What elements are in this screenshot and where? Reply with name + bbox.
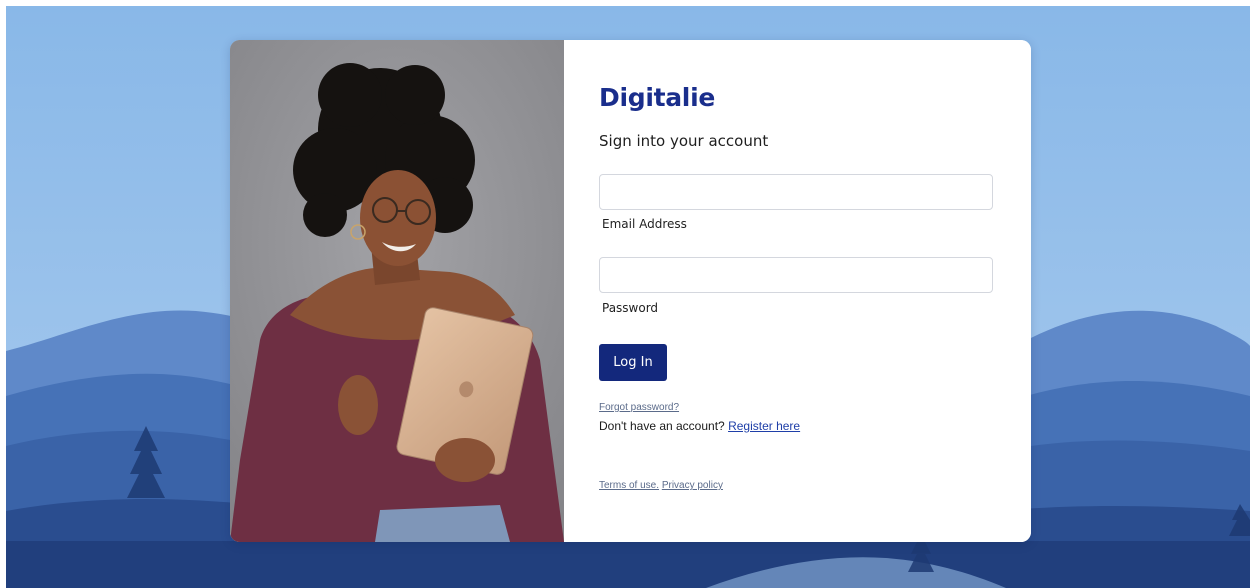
login-form-panel: Digitalie Sign into your account Email A… bbox=[564, 40, 1031, 542]
password-label: Password bbox=[602, 301, 659, 315]
terms-link[interactable]: Terms of use. bbox=[599, 480, 659, 491]
hero-photo bbox=[230, 40, 564, 542]
brand-logo: Digitalie bbox=[599, 83, 716, 112]
form-subtitle: Sign into your account bbox=[599, 132, 769, 150]
register-prompt-line: Don't have an account? Register here bbox=[599, 419, 800, 433]
footer-links: Terms of use. Privacy policy bbox=[599, 480, 723, 491]
email-input[interactable] bbox=[599, 174, 993, 210]
register-link[interactable]: Register here bbox=[728, 419, 800, 433]
password-input[interactable] bbox=[599, 257, 993, 293]
forgot-password-link[interactable]: Forgot password? bbox=[599, 402, 679, 413]
register-prompt-text: Don't have an account? bbox=[599, 419, 725, 433]
login-page: Digitalie Sign into your account Email A… bbox=[0, 0, 1253, 588]
login-button[interactable]: Log In bbox=[599, 344, 667, 381]
login-card: Digitalie Sign into your account Email A… bbox=[230, 40, 1031, 542]
email-label: Email Address bbox=[602, 217, 687, 231]
privacy-link[interactable]: Privacy policy bbox=[662, 480, 723, 491]
